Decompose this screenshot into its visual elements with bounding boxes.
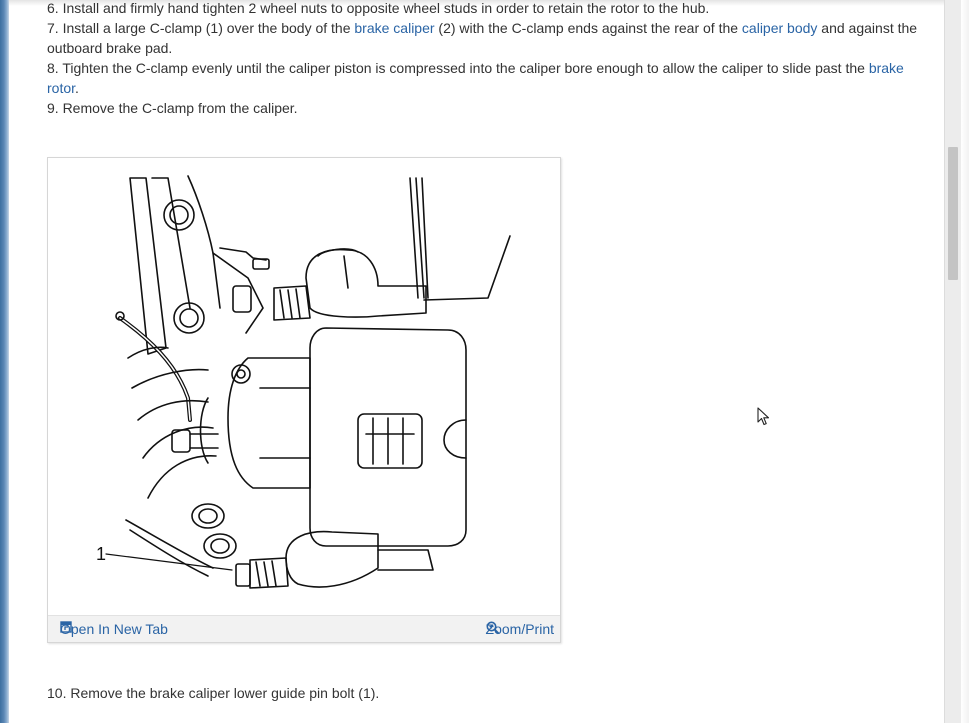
document-pane: 6. Install and firmly hand tighten 2 whe… <box>9 0 944 723</box>
scrollbar-thumb[interactable] <box>948 147 958 280</box>
caliper-body-link[interactable]: caliper body <box>742 20 818 36</box>
open-in-new-tab-label: Open In New Tab <box>60 621 168 637</box>
zoom-print-button[interactable]: Zoom/Print <box>486 621 554 637</box>
step-8-text-1: Tighten the C-clamp evenly until the cal… <box>58 60 869 76</box>
step-7-number: 7. <box>47 20 59 36</box>
window-left-edge <box>0 0 9 723</box>
step-7-text-1: Install a large C-clamp (1) over the bod… <box>58 20 355 36</box>
open-in-new-tab-button[interactable]: Open In New Tab <box>60 621 168 637</box>
brake-caliper-illustration: 1 <box>96 175 511 589</box>
step-7-text-2: (2) with the C-clamp ends against the re… <box>434 20 742 36</box>
mouse-pointer-icon <box>757 407 770 426</box>
figure-footer: Open In New Tab Zoom/Print <box>48 615 560 642</box>
step-8: 8. Tighten the C-clamp evenly until the … <box>47 58 932 98</box>
vertical-scrollbar[interactable] <box>944 0 962 723</box>
step-8-text-2: . <box>75 80 79 96</box>
brake-caliper-link[interactable]: brake caliper <box>354 20 434 36</box>
step-9: 9. Remove the C-clamp from the caliper. <box>47 100 298 116</box>
callout-label-1: 1 <box>96 544 106 564</box>
step-6: 6. Install and firmly hand tighten 2 whe… <box>47 0 710 16</box>
magnifier-icon <box>486 621 499 635</box>
step-10: 10. Remove the brake caliper lower guide… <box>47 685 380 701</box>
new-tab-icon <box>60 621 72 633</box>
step-7: 7. Install a large C-clamp (1) over the … <box>47 18 932 58</box>
step-8-number: 8. <box>47 60 59 76</box>
window-right-edge <box>961 0 969 723</box>
brake-caliper-figure: 1 Open In New Tab Zoom/Print <box>47 157 561 643</box>
